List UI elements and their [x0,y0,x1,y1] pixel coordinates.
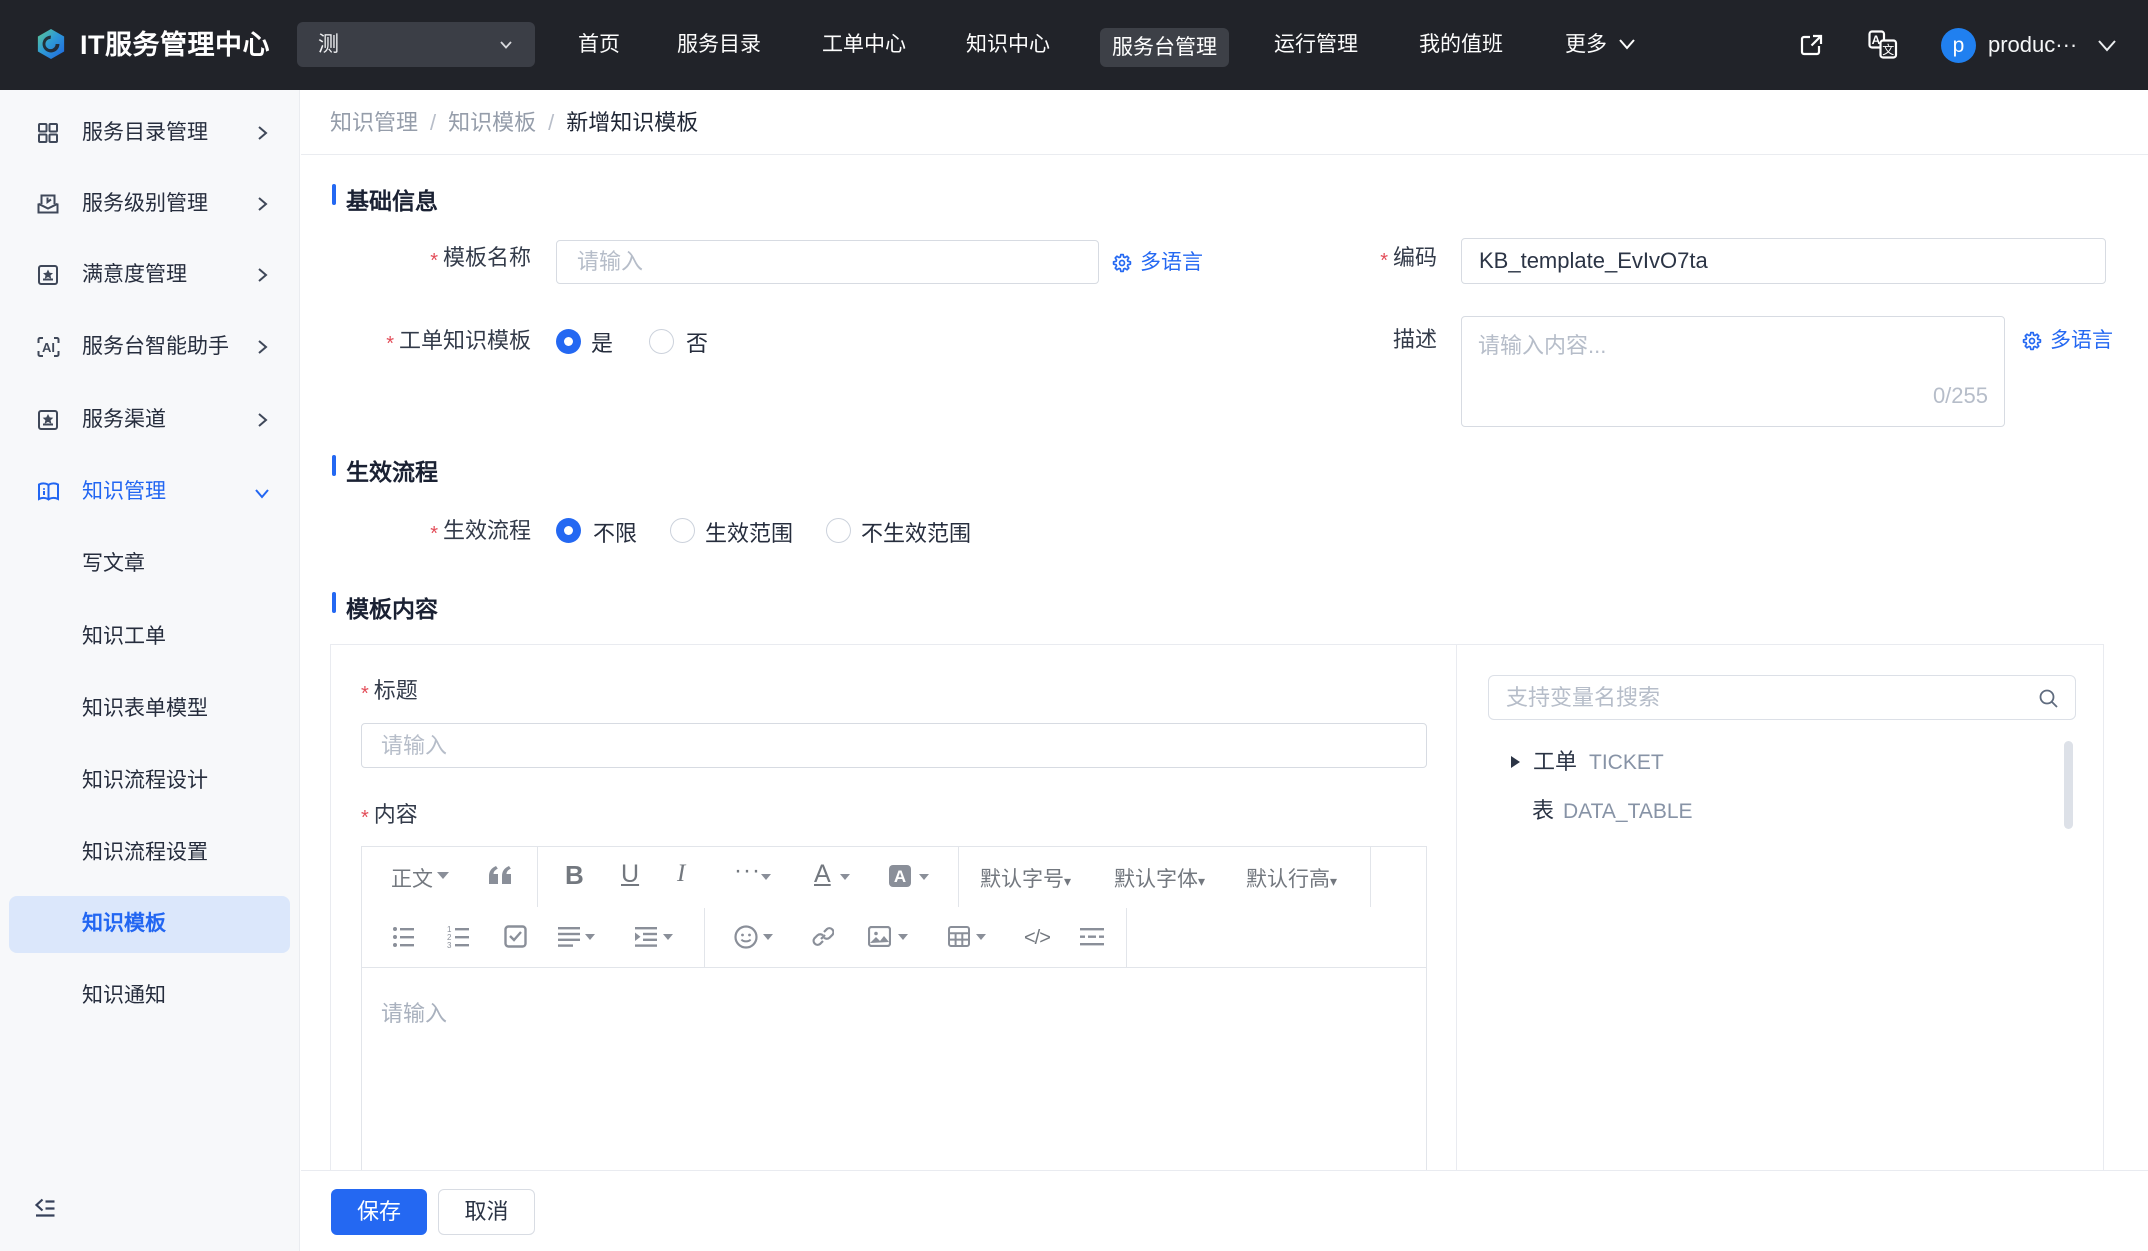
svg-text:A: A [894,867,906,886]
svg-text:AI: AI [42,340,55,355]
svg-text:文: 文 [1882,42,1894,57]
svg-text:A: A [1872,33,1881,47]
svg-text:3: 3 [447,941,452,949]
